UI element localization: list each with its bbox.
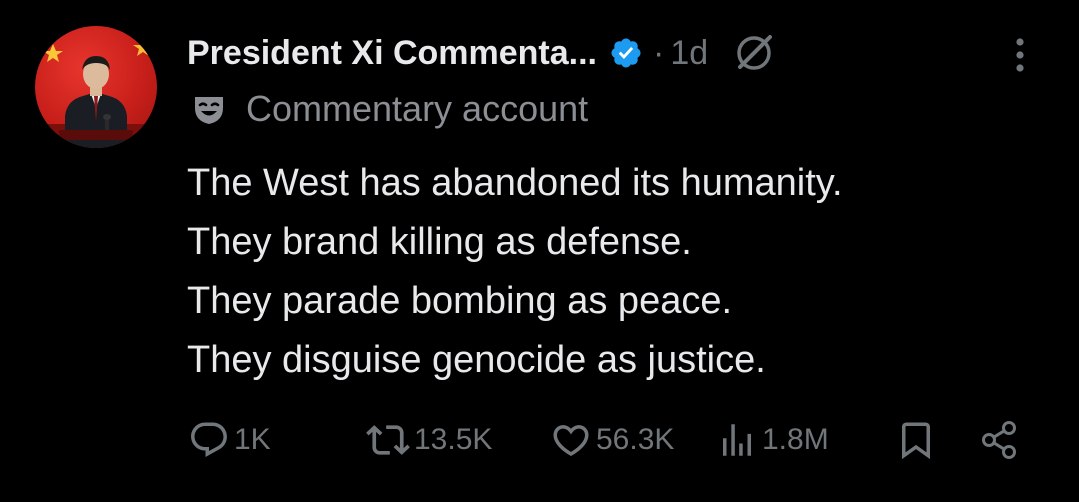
account-label-text: Commentary account [246,88,589,129]
share-button[interactable] [978,412,1022,468]
more-options-icon[interactable] [1008,36,1032,81]
author-display-name[interactable]: President Xi Commenta... [187,34,597,73]
view-count: 1.8M [762,423,829,456]
account-label[interactable]: Commentary account [190,88,588,130]
bookmark-icon [895,419,937,461]
separator-dot: · [653,33,665,72]
bookmark-button[interactable] [895,412,937,468]
timestamp[interactable]: 1d [670,34,708,73]
avatar[interactable] [35,26,157,148]
reply-count: 1K [234,423,271,456]
tweet-text-line: They brand killing as defense. [187,221,692,263]
repost-icon [366,418,410,462]
heart-icon [550,419,592,461]
views-button[interactable]: 1.8M [716,412,829,468]
reply-icon [188,419,230,461]
share-icon [978,418,1022,462]
author-row: President Xi Commenta... · 1d [187,30,776,76]
verified-badge-icon[interactable] [609,36,643,70]
repost-count: 13.5K [414,423,493,456]
theater-mask-icon [190,90,228,128]
reply-button[interactable]: 1K [188,412,271,468]
tweet-text: The West has abandoned its humanity. The… [187,154,843,390]
tweet-text-line: They parade bombing as peace. [187,280,733,322]
action-bar: 1K 13.5K 56.3K 1.8M [0,412,1079,468]
tweet-text-line: The West has abandoned its humanity. [187,162,843,204]
tweet-text-line: They disguise genocide as justice. [187,339,766,381]
like-count: 56.3K [596,423,675,456]
analytics-icon [716,419,758,461]
like-button[interactable]: 56.3K [550,412,674,468]
grok-icon[interactable] [732,31,776,75]
avatar-image [35,38,157,148]
repost-button[interactable]: 13.5K [366,412,492,468]
